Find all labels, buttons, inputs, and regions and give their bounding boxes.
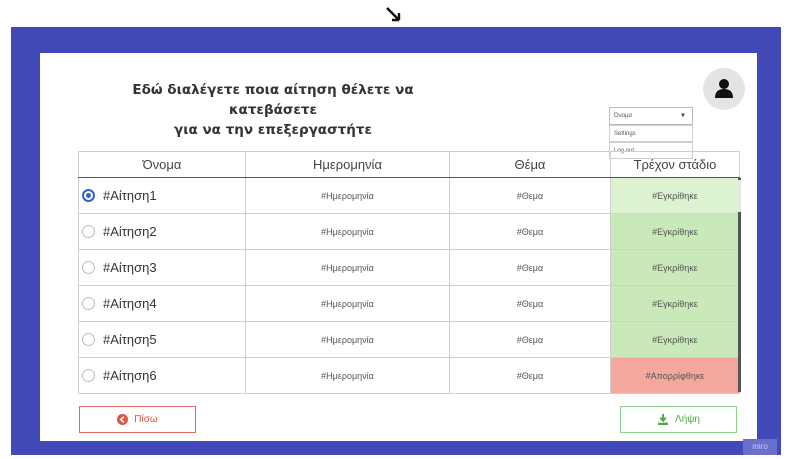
arrow-cursor-icon bbox=[386, 7, 401, 22]
status-badge: #Εγκρίθηκε bbox=[610, 250, 740, 285]
table-row[interactable]: #Αίτηση3 #Ημερομηνία #Θεμα #Εγκρίθηκε bbox=[78, 250, 740, 286]
user-avatar[interactable] bbox=[703, 68, 745, 110]
table-header-row: Όνομα Ημερομηνία Θέμα Τρέχον στάδιο bbox=[78, 152, 740, 178]
row-name-text: #Αίτηση3 bbox=[103, 260, 157, 275]
status-badge: #Εγκρίθηκε bbox=[610, 178, 740, 213]
back-button-label: Πίσω bbox=[134, 414, 158, 425]
table-row[interactable]: #Αίτηση2 #Ημερομηνία #Θεμα #Εγκρίθηκε bbox=[78, 214, 740, 250]
download-icon bbox=[657, 414, 669, 425]
cell-subject: #Θεμα bbox=[449, 286, 610, 321]
table-row[interactable]: #Αίτηση6 #Ημερομηνία #Θεμα #Απορρίφθηκε bbox=[78, 358, 740, 394]
user-dropdown-value: Όνομα bbox=[614, 113, 632, 119]
arrow-left-circle-icon bbox=[117, 414, 129, 425]
applications-table: Όνομα Ημερομηνία Θέμα Τρέχον στάδιο #Αίτ… bbox=[78, 151, 740, 394]
row-radio[interactable] bbox=[82, 225, 95, 238]
cell-name: #Αίτηση1 bbox=[78, 178, 245, 213]
download-button[interactable]: Λήψη bbox=[620, 406, 737, 433]
cell-name: #Αίτηση4 bbox=[78, 286, 245, 321]
watermark-logo: miro bbox=[743, 439, 777, 455]
cell-subject: #Θεμα bbox=[449, 178, 610, 213]
cell-date: #Ημερομηνία bbox=[245, 286, 449, 321]
caret-down-icon: ▼ bbox=[680, 113, 686, 119]
table-row[interactable]: #Αίτηση1 #Ημερομηνία #Θεμα #Εγκρίθηκε bbox=[78, 178, 740, 214]
row-name-text: #Αίτηση5 bbox=[103, 332, 157, 347]
menu-item-settings[interactable]: Settings bbox=[609, 125, 693, 142]
cell-date: #Ημερομηνία bbox=[245, 178, 449, 213]
row-name-text: #Αίτηση1 bbox=[103, 188, 157, 203]
column-header-date: Ημερομηνία bbox=[245, 152, 449, 177]
page-title: Εδώ διαλέγετε ποια αίτηση θέλετε να κατε… bbox=[132, 82, 414, 138]
cell-date: #Ημερομηνία bbox=[245, 214, 449, 249]
column-header-name: Όνομα bbox=[78, 152, 245, 177]
cell-date: #Ημερομηνία bbox=[245, 322, 449, 357]
row-radio[interactable] bbox=[82, 261, 95, 274]
cell-name: #Αίτηση3 bbox=[78, 250, 245, 285]
cell-name: #Αίτηση2 bbox=[78, 214, 245, 249]
row-name-text: #Αίτηση2 bbox=[103, 224, 157, 239]
row-radio[interactable] bbox=[82, 333, 95, 346]
row-name-text: #Αίτηση6 bbox=[103, 368, 157, 383]
cell-name: #Αίτηση6 bbox=[78, 358, 245, 393]
cell-subject: #Θεμα bbox=[449, 358, 610, 393]
cell-date: #Ημερομηνία bbox=[245, 358, 449, 393]
table-scrollbar-thumb[interactable] bbox=[738, 180, 741, 212]
status-badge: #Εγκρίθηκε bbox=[610, 214, 740, 249]
column-header-subject: Θέμα bbox=[449, 152, 610, 177]
cell-subject: #Θεμα bbox=[449, 322, 610, 357]
table-row[interactable]: #Αίτηση4 #Ημερομηνία #Θεμα #Εγκρίθηκε bbox=[78, 286, 740, 322]
cell-date: #Ημερομηνία bbox=[245, 250, 449, 285]
row-radio-selected[interactable] bbox=[82, 189, 95, 202]
column-header-status: Τρέχον στάδιο bbox=[610, 152, 740, 177]
status-badge: #Εγκρίθηκε bbox=[610, 322, 740, 357]
cell-name: #Αίτηση5 bbox=[78, 322, 245, 357]
user-avatar-icon bbox=[715, 79, 733, 98]
row-radio[interactable] bbox=[82, 297, 95, 310]
status-badge: #Απορρίφθηκε bbox=[610, 358, 740, 393]
table-row[interactable]: #Αίτηση5 #Ημερομηνία #Θεμα #Εγκρίθηκε bbox=[78, 322, 740, 358]
status-badge: #Εγκρίθηκε bbox=[610, 286, 740, 321]
download-button-label: Λήψη bbox=[675, 414, 700, 425]
row-radio[interactable] bbox=[82, 369, 95, 382]
back-button[interactable]: Πίσω bbox=[79, 406, 196, 433]
user-dropdown[interactable]: Όνομα ▼ bbox=[609, 107, 693, 125]
row-name-text: #Αίτηση4 bbox=[103, 296, 157, 311]
cell-subject: #Θεμα bbox=[449, 250, 610, 285]
cell-subject: #Θεμα bbox=[449, 214, 610, 249]
